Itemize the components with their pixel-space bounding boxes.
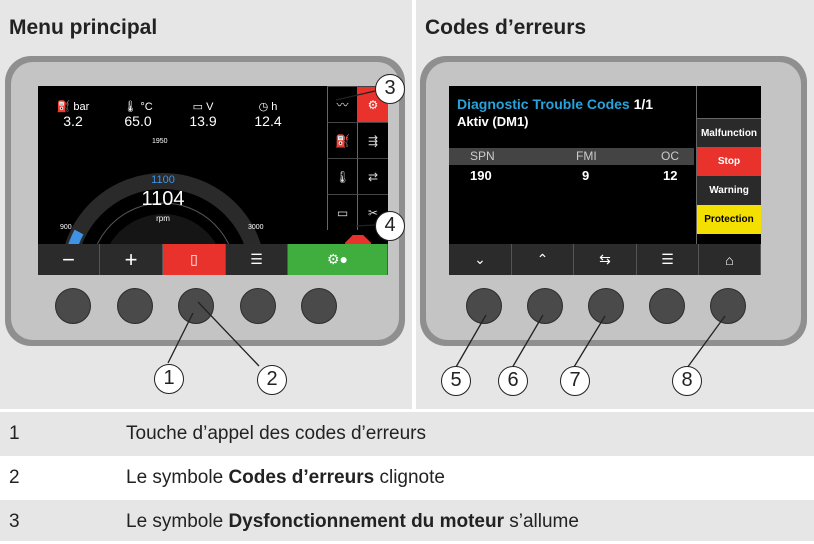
battery-icon: ▭ — [192, 101, 203, 113]
tacho-unit: rpm — [156, 214, 170, 223]
soft-key-right-5[interactable] — [710, 288, 746, 324]
legend-number: 2 — [9, 467, 20, 488]
gauge-coolant-temp: 🌡 °C 65.0 — [113, 100, 163, 129]
tacho-scale-max: 3000 — [248, 224, 264, 231]
soft-key-right-1[interactable] — [466, 288, 502, 324]
status-stop: Stop — [697, 147, 761, 176]
status-warning: Warning — [697, 176, 761, 205]
menu-list-button-right[interactable]: ☰ — [637, 244, 699, 275]
header-menu-principal: Menu principal — [0, 0, 412, 52]
callout-4: 4 — [375, 211, 405, 241]
legend-row-2: 2 Le symbole Codes d’erreurs clignote — [0, 456, 814, 500]
legend-number: 1 — [9, 423, 20, 444]
battery-icon-side: ▭ — [327, 194, 357, 230]
coolant-temp-icon-side: 🌡 — [327, 158, 357, 194]
soft-key-right-4[interactable] — [649, 288, 685, 324]
oil-can-icon: ⛽ — [56, 101, 71, 113]
callout-6: 6 — [498, 366, 528, 396]
status-malfunction: Malfunction — [697, 118, 761, 148]
transmission-icon: ⇄ — [357, 158, 388, 194]
oil-can-icon-side: ⛽ — [327, 122, 357, 158]
tacho-setpoint: 1100 — [151, 174, 175, 186]
error-codes-button[interactable]: ▯ — [163, 244, 226, 275]
tacho-scale-min: 900 — [60, 224, 72, 231]
switch-arrows-icon: ⇆ — [599, 251, 611, 267]
callout-2: 2 — [257, 365, 287, 395]
legend-number: 3 — [9, 511, 20, 532]
switch-button[interactable]: ⇆ — [574, 244, 637, 275]
list-icon: ☰ — [661, 251, 674, 267]
battery-value: 13.9 — [189, 113, 217, 129]
legend-text: Le symbole Codes d’erreurs clignote — [126, 467, 445, 488]
menu-list-button[interactable]: ☰ — [226, 244, 288, 275]
engine-start-button[interactable]: ⚙● — [288, 244, 388, 275]
dtc-col-oc: OC — [661, 149, 679, 163]
soft-key-4[interactable] — [240, 288, 276, 324]
dtc-col-fmi: FMI — [576, 149, 597, 163]
legend-text: Touche d’appel des codes d’erreurs — [126, 423, 426, 444]
preheat-icon: 〰 — [327, 86, 357, 122]
legend-text: Le symbole Dysfonctionnement du moteur s… — [126, 511, 579, 532]
home-button[interactable]: ⌂ — [699, 244, 761, 275]
tacho-rpm-value: 1104 — [141, 188, 185, 210]
gauge-hours: ◷ h 12.4 — [243, 100, 293, 129]
scroll-down-button[interactable]: ⌄ — [449, 244, 512, 275]
soft-key-2[interactable] — [117, 288, 153, 324]
callout-5: 5 — [441, 366, 471, 396]
soft-key-right-3[interactable] — [588, 288, 624, 324]
dtc-fmi-value: 9 — [582, 168, 590, 183]
engine-icon: ⚙● — [326, 251, 348, 267]
dtc-title: Diagnostic Trouble Codes 1/1 — [457, 96, 654, 112]
callout-8: 8 — [672, 366, 702, 396]
coolant-temp-value: 65.0 — [124, 113, 152, 129]
oil-pressure-value: 3.2 — [63, 113, 83, 129]
dtc-subtitle: Aktiv (DM1) — [457, 114, 529, 129]
gauge-battery: ▭ V 13.9 — [178, 100, 228, 129]
scroll-up-button[interactable]: ⌃ — [512, 244, 574, 275]
gauge-oil-pressure: ⛽ bar 3.2 — [48, 100, 98, 129]
error-codes-icon: ▯ — [190, 251, 198, 267]
callout-7: 7 — [560, 366, 590, 396]
status-protection: Protection — [697, 205, 761, 234]
soft-key-3[interactable] — [178, 288, 214, 324]
home-icon: ⌂ — [725, 251, 734, 268]
dtc-col-spn: SPN — [470, 149, 495, 163]
dtc-oc-value: 12 — [663, 168, 678, 183]
list-icon: ☰ — [250, 251, 263, 267]
soft-key-right-2[interactable] — [527, 288, 563, 324]
tacho-scale-mid: 1950 — [152, 138, 168, 145]
plus-button[interactable]: + — [100, 244, 163, 275]
hours-value: 12.4 — [254, 113, 282, 129]
coolant-temp-icon: 🌡 — [123, 101, 138, 113]
intake-icon: ⇶ — [357, 122, 388, 158]
minus-button[interactable]: − — [38, 244, 100, 275]
clock-icon: ◷ — [258, 101, 269, 113]
soft-key-1[interactable] — [55, 288, 91, 324]
callout-3: 3 — [375, 74, 405, 104]
legend-row-3: 3 Le symbole Dysfonctionnement du moteur… — [0, 500, 814, 541]
header-codes-erreurs: Codes d’erreurs — [416, 0, 814, 52]
dtc-spn-value: 190 — [470, 168, 492, 183]
chevron-down-icon: ⌄ — [474, 251, 486, 267]
chevron-up-icon: ⌃ — [536, 251, 549, 267]
soft-key-5[interactable] — [301, 288, 337, 324]
callout-1: 1 — [154, 364, 184, 394]
legend-row-1: 1 Touche d’appel des codes d’erreurs — [0, 412, 814, 456]
